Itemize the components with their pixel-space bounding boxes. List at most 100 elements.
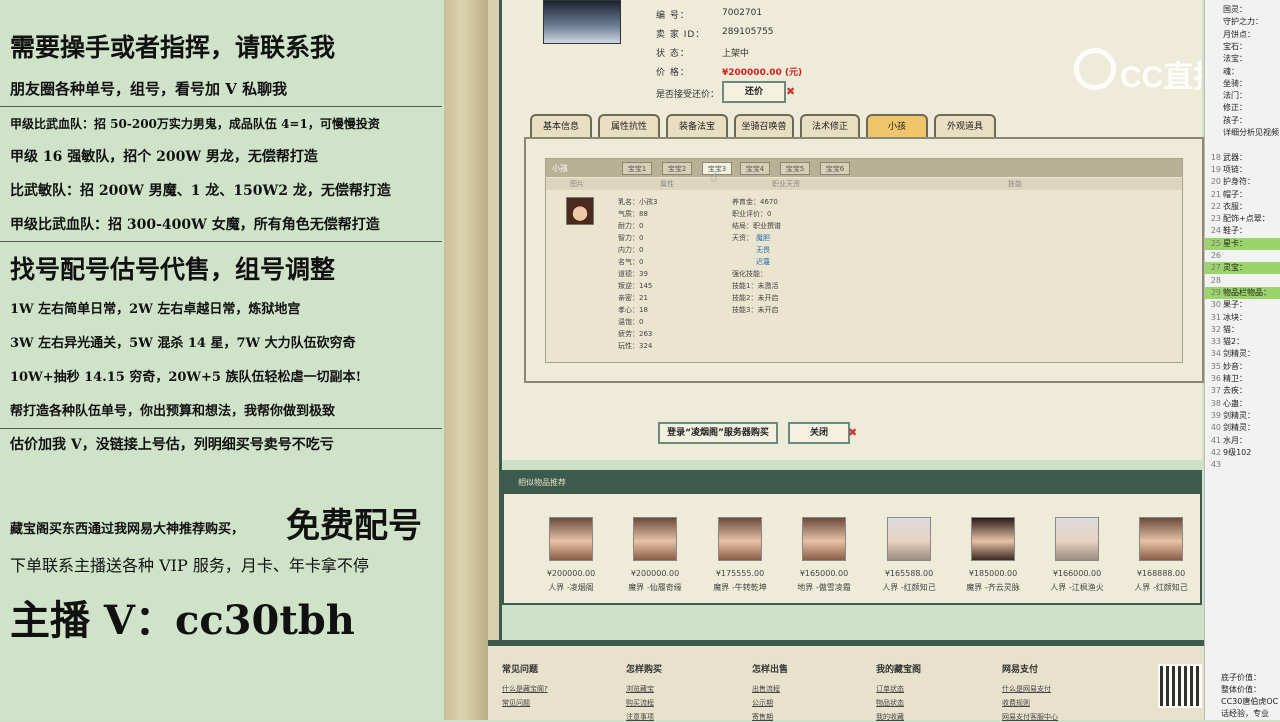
footer-link[interactable]: 物品状态 (876, 698, 904, 708)
line-number: 38 (1210, 398, 1221, 408)
footer-link[interactable]: 订单状态 (876, 684, 904, 694)
label-status: 状 态： (656, 49, 690, 59)
notes-line: 27 灵宝： (1205, 262, 1280, 275)
similar-avatar (887, 517, 931, 561)
subtab-baby-6[interactable]: 宝宝6 (820, 162, 850, 175)
talent-3[interactable]: 迟蔑 (756, 256, 770, 268)
similar-item-3[interactable]: ¥175555.00 魔界 -牛转乾坤 (705, 517, 775, 593)
notes-panel: 国灵： 守护之力： 月饼点： 宝石： 法宝： 魂： 坐骑： 法门： 修正： 孩子： 详细分析见视频 1… (1204, 0, 1280, 720)
similar-item-7[interactable]: ¥166000.00 人界 -江枫渔火 (1042, 517, 1112, 593)
notes-text: 物品栏物品： (1223, 287, 1271, 297)
notes-line: 26 (1205, 250, 1280, 262)
notes-line: 法门： (1205, 90, 1280, 102)
notes-text: 去疾： (1223, 386, 1247, 396)
tab-mounts-pets[interactable]: 坐骑召唤兽 (734, 114, 794, 138)
stat-playfulness: 玩性：324 (618, 342, 653, 350)
subtab-baby-4[interactable]: 宝宝4 (740, 162, 770, 175)
talent-2[interactable]: 无畏 (756, 244, 770, 256)
similar-items-section: 相似物品推荐 ¥200000.00 人界 -凌烟阁 ¥200000.00 魔界 -仙… (502, 470, 1202, 605)
career-skill-2: 技能2：未开启 (732, 294, 779, 302)
stat-fatigue: 疲劳：263 (618, 330, 653, 338)
tab-spells[interactable]: 法术修正 (800, 114, 860, 138)
notes-line: 详细分析见视频 (1205, 127, 1280, 139)
notes-text: 坐骑： (1223, 78, 1247, 88)
notes-text: 精卫： (1223, 374, 1247, 383)
tab-equipment[interactable]: 装备法宝 (666, 114, 728, 138)
footer-link[interactable]: 购买流程 (626, 698, 654, 708)
footer-link[interactable]: 网易支付客服中心 (1002, 712, 1058, 722)
ad-line-6: 甲级比武血队：招 300-400W 女魔，所有角色无偿帮打造 (10, 217, 380, 233)
decorative-border-inner (488, 0, 502, 640)
notes-text: 武器： (1223, 152, 1247, 162)
notes-line: 21 帽子： (1205, 189, 1280, 201)
watermark-text: CC直播 (1120, 61, 1202, 94)
similar-server: 魔界 -齐云灵脉 (966, 583, 1020, 592)
footer-link[interactable]: 什么是藏宝阁? (502, 684, 548, 694)
stat-fame: 名气：0 (618, 258, 644, 266)
close-x-icon-2: ✖ (848, 426, 858, 439)
footer-link[interactable]: 什么是网易支付 (1002, 684, 1051, 694)
child-box-title: 小孩 (552, 164, 568, 173)
footer-link[interactable]: 我的收藏 (876, 712, 904, 722)
notes-text: 果子： (1223, 300, 1247, 310)
similar-avatar (1139, 517, 1183, 561)
close-button[interactable]: 关闭 (788, 422, 850, 444)
notes-line: 38 心蛊： (1205, 398, 1280, 410)
footer-link[interactable]: 常见问题 (502, 698, 530, 708)
subtab-baby-2[interactable]: 宝宝2 (662, 162, 692, 175)
buy-on-server-button[interactable]: 登录“凌烟阁”服务器购买 (658, 422, 778, 444)
talent-list: 魔胆 无畏 迟蔑 (756, 232, 770, 268)
line-number: 35 (1210, 361, 1221, 371)
similar-item-5[interactable]: ¥165588.00 人界 -红颜知己 (874, 517, 944, 593)
line-number: 36 (1210, 374, 1221, 383)
tab-appearance[interactable]: 外观道具 (934, 114, 996, 138)
character-portrait (543, 0, 621, 44)
notes-line: 25 星卡： (1205, 237, 1280, 250)
notes-line: 24 鞋子： (1205, 225, 1280, 237)
similar-item-1[interactable]: ¥200000.00 人界 -凌烟阁 (536, 517, 606, 593)
line-number: 34 (1210, 349, 1221, 359)
footer-link[interactable]: 出售流程 (752, 684, 780, 694)
notes-line: 国灵： (1205, 4, 1280, 16)
tab-basic-info[interactable]: 基本信息 (530, 114, 592, 138)
similar-item-6[interactable]: ¥185000.00 魔界 -齐云灵脉 (958, 517, 1028, 593)
tab-child[interactable]: 小孩 (866, 114, 928, 138)
stat-rebellion: 叛逆：145 (618, 282, 653, 290)
ad-line-4: 甲级 16 强敏队，招个 200W 男龙，无偿帮打造 (10, 149, 318, 165)
notes-line: 守护之力： (1205, 16, 1280, 28)
notes-text: 水月： (1223, 435, 1247, 445)
similar-item-8[interactable]: ¥168888.00 人界 -红颜知己 (1126, 517, 1196, 593)
qr-code-icon (1158, 664, 1202, 708)
line-number: 23 (1210, 214, 1221, 224)
ad-promo-small: 藏宝阁买东西通过我网易大神推荐购买， (10, 522, 245, 537)
ad-line-8: 1W 左右简单日常，2W 左右卓越日常，炼狱地宫 (10, 302, 301, 317)
similar-price: ¥200000.00 (546, 569, 596, 578)
subtab-baby-5[interactable]: 宝宝5 (780, 162, 810, 175)
line-number: 42 (1210, 447, 1221, 457)
label-id: 编 号： (656, 11, 690, 21)
footer-col-buy: 怎样购买 (626, 665, 663, 675)
notes-text: 项链： (1223, 164, 1247, 174)
subtab-baby-1[interactable]: 宝宝1 (622, 162, 652, 175)
bargain-button[interactable]: 还价 (722, 81, 786, 103)
similar-item-4[interactable]: ¥165000.00 地界 -傲雪凌霜 (789, 517, 859, 593)
footer-link[interactable]: 收费规则 (1002, 698, 1030, 708)
stat-name: 乳名：小孩3 (618, 198, 658, 206)
line-number: 33 (1210, 337, 1221, 347)
child-stats: 乳名：小孩3 气质：88 耐力：0 智力：0 内力：0 名气：0 道德：39 叛… (618, 196, 657, 352)
tab-attributes[interactable]: 属性抗性 (598, 114, 660, 138)
child-avatar (566, 197, 594, 225)
ad-anchor-contact: 主播 V：cc30tbh (10, 597, 355, 644)
similar-item-2[interactable]: ¥200000.00 魔界 -仙履奇缘 (620, 517, 690, 593)
footer-link[interactable]: 公示期 (752, 698, 773, 708)
ad-line-5: 比武敏队：招 200W 男魔、1 龙、150W2 龙，无偿帮打造 (10, 183, 391, 199)
stat-filial: 孝心：18 (618, 306, 648, 314)
footer-link[interactable]: 寄售期 (752, 712, 773, 722)
notes-bottom-line: 话经验，专业 (1221, 709, 1269, 718)
notes-line: 34 剑精灵： (1205, 348, 1280, 360)
talent-1[interactable]: 魔胆 (756, 232, 770, 244)
career-skill-1: 技能1：未激活 (732, 282, 779, 290)
footer-link[interactable]: 注意事项 (626, 712, 654, 722)
notes-line: 20 护身符： (1205, 176, 1280, 188)
footer-link[interactable]: 浏览藏宝 (626, 684, 654, 694)
